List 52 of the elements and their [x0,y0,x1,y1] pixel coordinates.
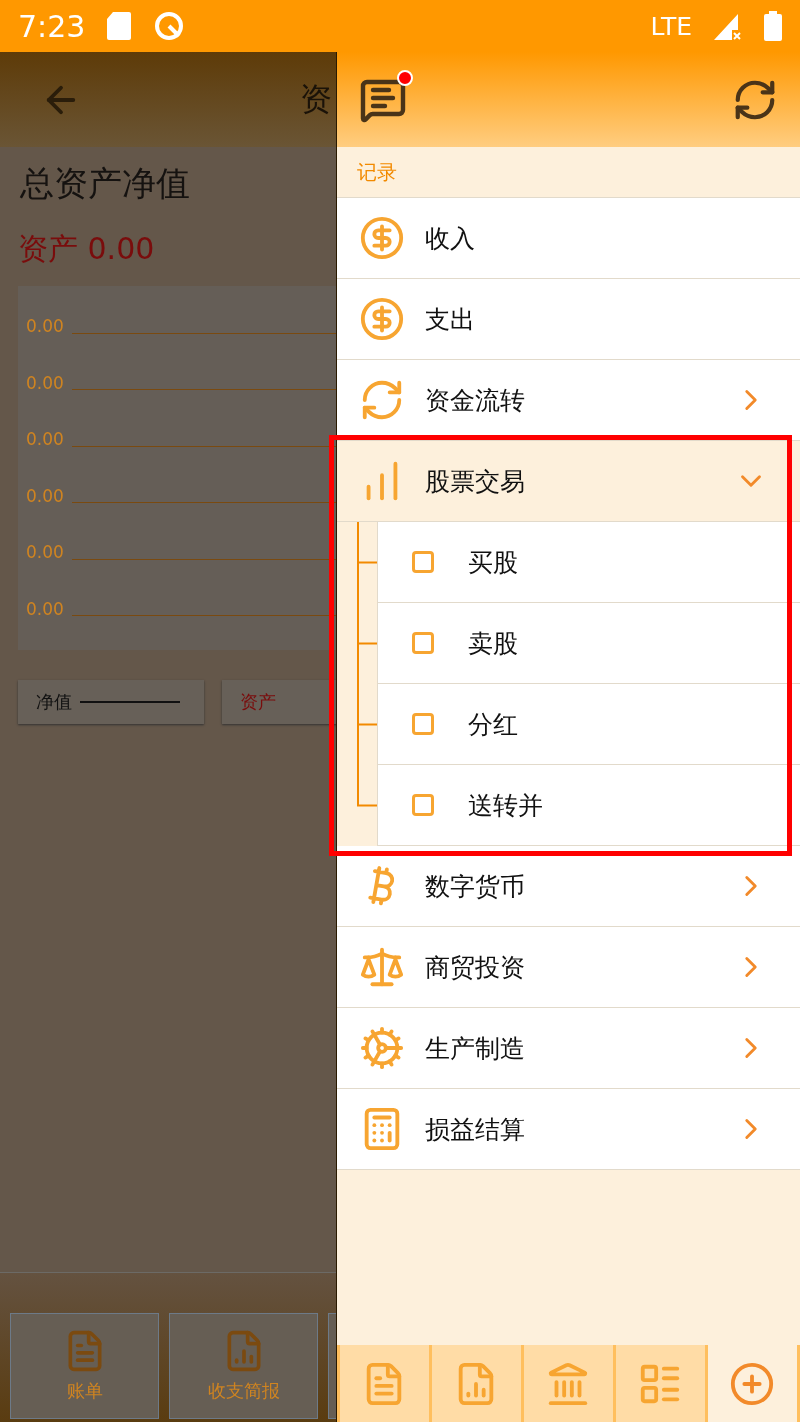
submenu-item[interactable]: 卖股 [376,603,800,684]
checkbox[interactable] [411,632,434,654]
asset-summary: 资产 0.00 [17,230,156,268]
dollar-circle-icon [358,296,405,342]
page-title: 资 [300,78,332,120]
menu-item[interactable]: 支出 [336,279,800,360]
submenu-item[interactable]: 买股 [376,522,800,603]
circle-q-icon [153,10,186,42]
sd-card-icon [107,12,132,40]
menu-label: 股票交易 [424,465,526,498]
menu-item[interactable]: 商贸投资 [336,927,800,1008]
page-heading: 总资产净值 [19,162,191,205]
menu-item[interactable]: 资金流转 [336,360,800,441]
battery-icon [764,11,782,41]
axis-label: 0.00 [26,372,64,393]
menu-item[interactable]: 收入 [336,198,800,279]
menu-label: 支出 [424,303,476,336]
submenu-item[interactable]: 分红 [376,684,800,765]
menu-label: 收入 [424,222,476,255]
menu-item[interactable]: 损益结算 [336,1089,800,1170]
submenu-label: 卖股 [467,627,518,660]
menu-label: 损益结算 [424,1113,526,1146]
menu-label: 数字货币 [424,870,526,903]
nav-tab[interactable] [431,1345,521,1422]
status-time: 7:23 [18,8,86,44]
checkbox[interactable] [411,551,434,573]
menu-label: 商贸投资 [424,951,526,984]
nav-tab[interactable] [339,1345,429,1422]
submenu-label: 送转并 [467,789,543,822]
nav-tab[interactable] [707,1345,797,1422]
network-label: LTE [650,11,692,41]
axis-label: 0.00 [26,485,64,506]
nav-tab[interactable] [523,1345,613,1422]
axis-label: 0.00 [26,429,64,450]
checkbox[interactable] [411,794,434,816]
legend-label: 净值 [36,690,72,714]
add-icon [729,1360,776,1407]
axis-label: 0.00 [26,316,64,337]
axis-label: 0.00 [26,598,64,619]
menu-item[interactable]: 数字货币 [336,846,800,927]
menu-item[interactable]: 生产制造 [336,1008,800,1089]
legend-label: 资产 [240,690,276,714]
menu-label: 生产制造 [424,1032,526,1065]
signal-icon [714,12,742,40]
checkbox[interactable] [411,713,434,735]
submenu-label: 买股 [467,546,518,579]
submenu-label: 分红 [467,708,518,741]
nav-tab[interactable] [615,1345,705,1422]
dollar-circle-icon [358,215,405,261]
submenu-item[interactable]: 送转并 [376,765,800,846]
menu-label: 资金流转 [424,384,526,417]
axis-label: 0.00 [26,542,64,563]
